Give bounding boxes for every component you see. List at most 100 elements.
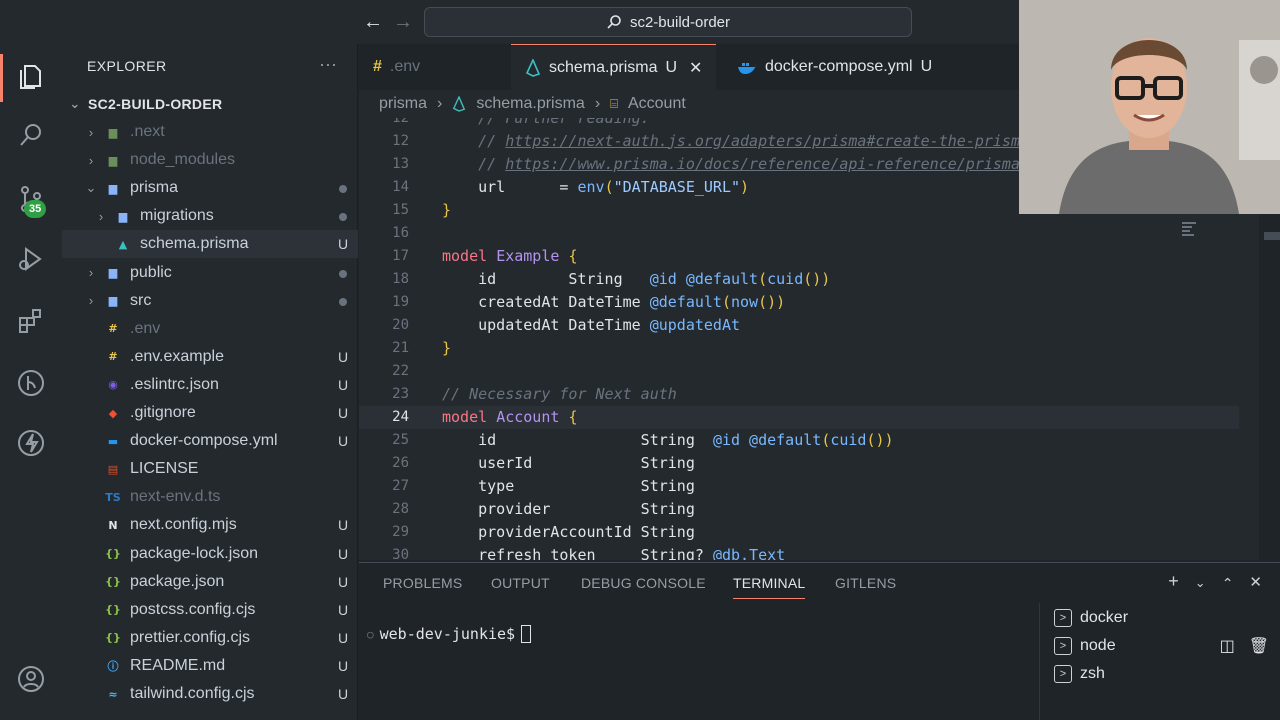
- tree-item[interactable]: ◆ .gitignore U: [62, 399, 358, 427]
- tree-item[interactable]: ≈ tailwind.config.cjs U: [62, 680, 358, 708]
- workspace-root[interactable]: ⌄ SC2-BUILD-ORDER: [62, 92, 358, 116]
- git-status: U: [337, 573, 349, 590]
- editor-scrollbar[interactable]: [1264, 232, 1280, 240]
- symbol-icon: ⌸: [610, 96, 618, 111]
- tree-item[interactable]: # .env.example U: [62, 343, 358, 371]
- line-number: 20: [392, 316, 409, 333]
- tree-item-label: next.config.mjs: [130, 516, 237, 534]
- code-text: createdAt DateTime @default(now()): [478, 292, 786, 311]
- line-number: 27: [392, 478, 409, 495]
- panel-actions: + ⌄ ⌃ ✕: [1168, 571, 1262, 595]
- code-line: 19 createdAt DateTime @default(now()): [359, 290, 1239, 313]
- line-number: 24: [392, 409, 409, 426]
- chevron-right-icon: ›: [88, 124, 94, 140]
- terminal-prompt-line[interactable]: ○ web-dev-junkie$: [367, 625, 532, 643]
- code-text: type String: [478, 477, 695, 496]
- tab-env[interactable]: # .env: [359, 44, 434, 90]
- command-center[interactable]: sc2-build-order: [424, 7, 912, 37]
- close-panel-icon[interactable]: ✕: [1249, 571, 1262, 595]
- extensions-icon[interactable]: [12, 302, 50, 340]
- workspace-root-label: SC2-BUILD-ORDER: [88, 96, 223, 112]
- tree-item-label: next-env.d.ts: [130, 488, 221, 506]
- tree-item[interactable]: ▲ schema.prisma U: [62, 230, 358, 259]
- readme-icon: ⓘ: [107, 659, 119, 673]
- account-icon[interactable]: [12, 660, 50, 698]
- code-line: 17 model Example {: [359, 244, 1239, 267]
- tree-item[interactable]: › ▆ src: [62, 287, 358, 315]
- tree-item[interactable]: › ▆ node_modules: [62, 146, 358, 174]
- tab-problems[interactable]: PROBLEMS: [383, 575, 462, 591]
- search-icon[interactable]: [12, 116, 50, 154]
- tree-item[interactable]: {} package-lock.json U: [62, 540, 358, 568]
- tree-item[interactable]: ⓘ README.md U: [62, 652, 358, 680]
- forward-arrow-icon[interactable]: →: [392, 10, 414, 34]
- code-line: 25 id String @id @default(cuid()): [359, 429, 1239, 452]
- add-terminal-icon[interactable]: +: [1168, 571, 1179, 595]
- line-number: 14: [392, 178, 409, 195]
- bottom-panel: PROBLEMS OUTPUT DEBUG CONSOLE TERMINAL G…: [359, 562, 1280, 720]
- tree-item[interactable]: ▬ docker-compose.yml U: [62, 427, 358, 455]
- tree-item-label: package-lock.json: [130, 544, 259, 562]
- explorer-icon[interactable]: [12, 58, 50, 96]
- back-arrow-icon[interactable]: ←: [362, 10, 384, 34]
- tree-item[interactable]: {} postcss.config.cjs U: [62, 596, 358, 624]
- lightning-icon[interactable]: [12, 424, 50, 462]
- terminal-item-zsh[interactable]: > zsh: [1054, 661, 1105, 687]
- tree-item[interactable]: {} prettier.config.cjs U: [62, 624, 358, 652]
- tree-item[interactable]: ◉ .eslintrc.json U: [62, 371, 358, 399]
- line-number: 17: [392, 247, 409, 264]
- more-actions-icon[interactable]: ···: [319, 54, 337, 75]
- gitlens-icon[interactable]: [12, 364, 50, 402]
- hash-icon: #: [108, 350, 118, 364]
- breadcrumb-folder[interactable]: prisma: [379, 95, 427, 113]
- code-line: 27 type String: [359, 475, 1239, 498]
- tree-item[interactable]: › ▆ migrations: [62, 202, 358, 230]
- tab-terminal[interactable]: TERMINAL: [733, 575, 806, 599]
- tab-schema-prisma[interactable]: schema.prisma U ✕: [511, 44, 717, 90]
- tree-item[interactable]: ▤ LICENSE: [62, 455, 358, 483]
- tab-status: U: [665, 58, 678, 76]
- code-line: 23 // Necessary for Next auth: [359, 383, 1239, 406]
- tree-item-label: .env: [130, 319, 161, 337]
- trash-icon[interactable]: 🗑: [1249, 636, 1269, 656]
- tree-item[interactable]: ⌄ ▆ prisma: [62, 174, 358, 202]
- presenter-image: [1019, 0, 1280, 214]
- tree-item[interactable]: › ▆ public: [62, 259, 358, 287]
- folder-icon: ▆: [108, 125, 118, 139]
- docker-icon: [738, 63, 756, 74]
- webcam-overlay: [1019, 0, 1280, 214]
- tab-output[interactable]: OUTPUT: [491, 575, 550, 591]
- close-icon[interactable]: ✕: [689, 58, 702, 78]
- ts-icon: TS: [105, 490, 121, 504]
- code-line: 29 providerAccountId String: [359, 521, 1239, 544]
- code-line: 16: [359, 221, 1239, 244]
- chevron-down-icon[interactable]: ⌄: [1195, 571, 1206, 595]
- line-number: 19: [392, 293, 409, 310]
- code-line: 24 model Account {: [359, 405, 1239, 429]
- tab-debug-console[interactable]: DEBUG CONSOLE: [581, 575, 706, 591]
- tab-gitlens[interactable]: GITLENS: [835, 575, 896, 591]
- tree-item[interactable]: {} package.json U: [62, 568, 358, 596]
- breadcrumb-file[interactable]: schema.prisma: [476, 95, 584, 113]
- terminal-label: docker: [1080, 609, 1129, 626]
- tree-item[interactable]: Nnext.config.mjs U: [62, 511, 358, 539]
- tree-item[interactable]: # .env: [62, 315, 358, 343]
- chevron-down-icon: ⌄: [85, 180, 97, 196]
- line-number: 15: [392, 201, 409, 218]
- code-text: // Necessary for Next auth: [442, 385, 677, 404]
- git-status: [328, 265, 358, 281]
- code-line: 30 refresh_token String? @db.Text: [359, 544, 1239, 560]
- tab-docker-compose[interactable]: docker-compose.yml U: [723, 44, 946, 90]
- breadcrumb-symbol[interactable]: Account: [628, 95, 686, 113]
- tree-item-label: docker-compose.yml: [130, 432, 278, 450]
- split-terminal-icon[interactable]: ◫: [1220, 636, 1235, 656]
- tree-item[interactable]: TS next-env.d.ts: [62, 483, 358, 511]
- breadcrumb: prisma › schema.prisma › ⌸ Account: [359, 90, 1019, 118]
- line-number: 29: [392, 524, 409, 541]
- terminal-item-node[interactable]: > node ◫ 🗑: [1054, 633, 1269, 659]
- editor-tabs: # .env schema.prisma U ✕ docker-compose.…: [359, 44, 1019, 90]
- maximize-panel-icon[interactable]: ⌃: [1222, 571, 1234, 595]
- terminal-item-docker[interactable]: > docker: [1054, 605, 1128, 631]
- run-debug-icon[interactable]: [12, 240, 50, 278]
- tree-item[interactable]: › ▆ .next: [62, 118, 358, 146]
